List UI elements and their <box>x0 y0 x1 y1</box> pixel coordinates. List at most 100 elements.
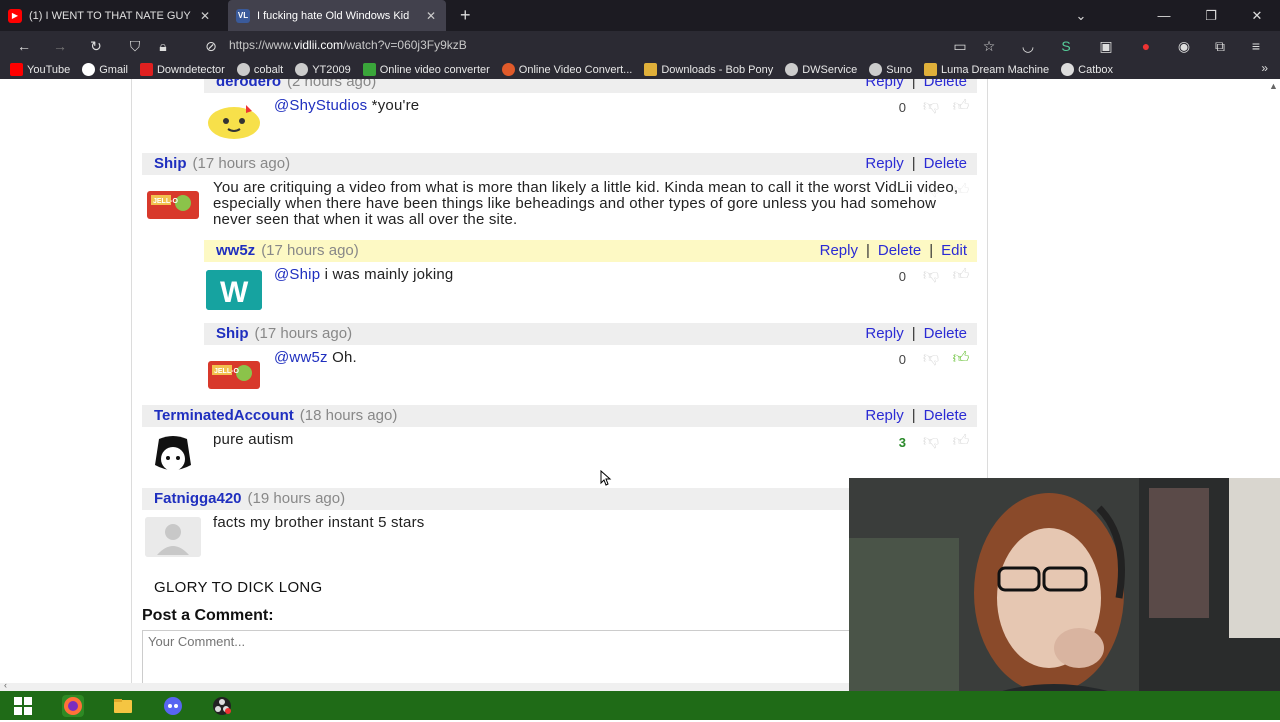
comment-username[interactable]: Fatnigga420 (19 hours ago) <box>154 490 345 507</box>
bookmark-suno[interactable]: Suno <box>869 63 912 76</box>
thumbs-up-icon[interactable]: 👍︎ <box>950 432 972 452</box>
reader-icon[interactable]: ▭ <box>950 36 970 56</box>
reply-link[interactable]: Reply <box>865 155 903 172</box>
avatar[interactable] <box>145 517 201 557</box>
reply-link[interactable]: Reply <box>865 407 903 424</box>
thumbs-down-icon[interactable]: 👎︎ <box>920 432 942 452</box>
thumbs-up-icon[interactable]: 👍︎ <box>950 349 972 369</box>
folder-icon <box>644 63 658 76</box>
lock-icon[interactable]: 🔒︎ <box>153 36 173 56</box>
forward-icon[interactable]: → <box>50 36 70 56</box>
pocket-icon[interactable]: ◡ <box>1018 36 1038 56</box>
mention-link[interactable]: @ShyStudios <box>274 97 367 114</box>
avatar[interactable] <box>145 435 201 475</box>
extension-circle-icon[interactable]: ◉ <box>1174 36 1194 56</box>
bookmark-catbox[interactable]: Catbox <box>1061 63 1113 76</box>
tab-list-icon[interactable]: ⌄ <box>1058 0 1104 31</box>
shield-icon[interactable]: ⛉ <box>125 36 145 56</box>
file-explorer-icon[interactable] <box>112 695 134 717</box>
comment-username[interactable]: derodero (2 hours ago) <box>216 79 376 90</box>
start-windows-icon[interactable] <box>12 695 34 717</box>
comment-actions: Reply | Delete | Edit <box>819 242 967 259</box>
delete-link[interactable]: Delete <box>924 325 967 342</box>
globe-icon <box>236 63 250 76</box>
username-text: Ship <box>216 325 249 342</box>
new-tab-icon[interactable]: + <box>460 6 471 24</box>
delete-link[interactable]: Delete <box>924 155 967 172</box>
obs-icon[interactable] <box>211 695 233 717</box>
close-tab-icon[interactable]: ✕ <box>198 9 212 23</box>
url-bar[interactable]: https://www.vidlii.com/watch?v=060j3Fy9k… <box>229 38 467 52</box>
bookmark-luma[interactable]: Luma Dream Machine <box>923 63 1049 76</box>
bookmark-downloads-bob-pony[interactable]: Downloads - Bob Pony <box>644 63 773 76</box>
bookmark-online-video-converter[interactable]: Online video converter <box>362 63 490 76</box>
avatar[interactable]: W <box>206 270 262 310</box>
avatar[interactable]: JELL-O <box>206 353 262 393</box>
thumbs-down-icon[interactable]: 👎︎ <box>920 181 942 201</box>
comment-text: @ShyStudios *you're <box>274 98 419 114</box>
youtube-icon: ▶ <box>8 8 22 23</box>
bookmark-dwservice[interactable]: DWService <box>785 63 857 76</box>
thumbs-up-icon[interactable]: 👍︎ <box>950 97 972 117</box>
thumbs-down-icon[interactable]: 👎︎ <box>920 97 942 117</box>
comment-username[interactable]: Ship (17 hours ago) <box>154 155 290 172</box>
scroll-left-icon[interactable]: ‹ <box>4 680 7 690</box>
bookmark-cobalt[interactable]: cobalt <box>236 63 284 76</box>
back-icon[interactable]: ← <box>14 36 34 56</box>
thumbs-down-icon[interactable]: 👎︎ <box>920 349 942 369</box>
reply-link[interactable]: Reply <box>865 79 903 90</box>
star-icon[interactable]: ☆ <box>979 36 999 56</box>
more-bookmarks-icon[interactable]: » <box>1261 61 1268 75</box>
mention-link[interactable]: @Ship <box>274 266 320 283</box>
svg-text:JELL-O: JELL-O <box>153 198 178 205</box>
minimize-icon[interactable]: — <box>1141 0 1187 31</box>
permissions-icon[interactable]: ⊘ <box>201 36 221 56</box>
bookmark-yt2009[interactable]: YT2009 <box>295 63 351 76</box>
close-tab-icon[interactable]: ✕ <box>424 9 438 23</box>
comment-time: (17 hours ago) <box>254 325 353 342</box>
reload-icon[interactable]: ↻ <box>86 36 106 56</box>
nav-bar: ← → ↻ ⛉ 🔒︎ ⊘ https://www.vidlii.com/watc… <box>0 31 1280 60</box>
bookmark-label: cobalt <box>253 63 284 76</box>
taskbar <box>0 691 1280 720</box>
downdetector-icon <box>139 63 153 76</box>
comment-input[interactable] <box>143 631 901 683</box>
vote-count: 0 <box>898 99 906 115</box>
restore-icon[interactable]: ❐ <box>1188 0 1234 31</box>
thumbs-up-icon[interactable]: 👍︎ <box>950 181 972 201</box>
firefox-icon[interactable] <box>62 695 84 717</box>
extension-icon[interactable]: ▣ <box>1096 36 1116 56</box>
menu-icon[interactable]: ≡ <box>1246 36 1266 56</box>
comment-username[interactable]: ww5z (17 hours ago) <box>216 242 359 259</box>
comment-username[interactable]: Ship (17 hours ago) <box>216 325 352 342</box>
scroll-up-icon[interactable]: ▲ <box>1269 81 1278 91</box>
comment-input-box[interactable] <box>142 630 902 683</box>
vote-count: 3 <box>898 434 906 450</box>
bookmark-youtube[interactable]: YouTube <box>10 63 70 76</box>
thumbs-up-icon[interactable]: 👍︎ <box>950 266 972 286</box>
delete-link[interactable]: Delete <box>878 242 921 259</box>
comment-username[interactable]: TerminatedAccount (18 hours ago) <box>154 407 397 424</box>
avatar[interactable]: JELL-O <box>145 183 201 223</box>
bookmark-gmail[interactable]: Gmail <box>82 63 128 76</box>
bookmark-online-video-convert[interactable]: Online Video Convert... <box>501 63 632 76</box>
extension-s-icon[interactable]: S <box>1056 36 1076 56</box>
discord-icon[interactable] <box>162 695 184 717</box>
reply-link[interactable]: Reply <box>865 325 903 342</box>
vote-count: 0 <box>898 351 906 367</box>
bookmark-downdetector[interactable]: Downdetector <box>139 63 225 76</box>
comment-body: Oh. <box>327 349 357 366</box>
close-window-icon[interactable]: ✕ <box>1234 0 1280 31</box>
username-text: derodero <box>216 79 282 90</box>
reply-link[interactable]: Reply <box>820 242 858 259</box>
delete-link[interactable]: Delete <box>924 79 967 90</box>
delete-link[interactable]: Delete <box>924 407 967 424</box>
extensions-puzzle-icon[interactable]: ⧉ <box>1210 36 1230 56</box>
tab-youtube[interactable]: ▶ (1) I WENT TO THAT NATE GUY ✕ <box>0 0 220 31</box>
avatar[interactable] <box>206 99 262 139</box>
thumbs-down-icon[interactable]: 👎︎ <box>920 266 942 286</box>
tab-vidlii[interactable]: VL I fucking hate Old Windows Kid ✕ <box>228 0 446 31</box>
ublock-icon[interactable]: ● <box>1136 36 1156 56</box>
mention-link[interactable]: @ww5z <box>274 349 328 366</box>
edit-link[interactable]: Edit <box>941 242 967 259</box>
